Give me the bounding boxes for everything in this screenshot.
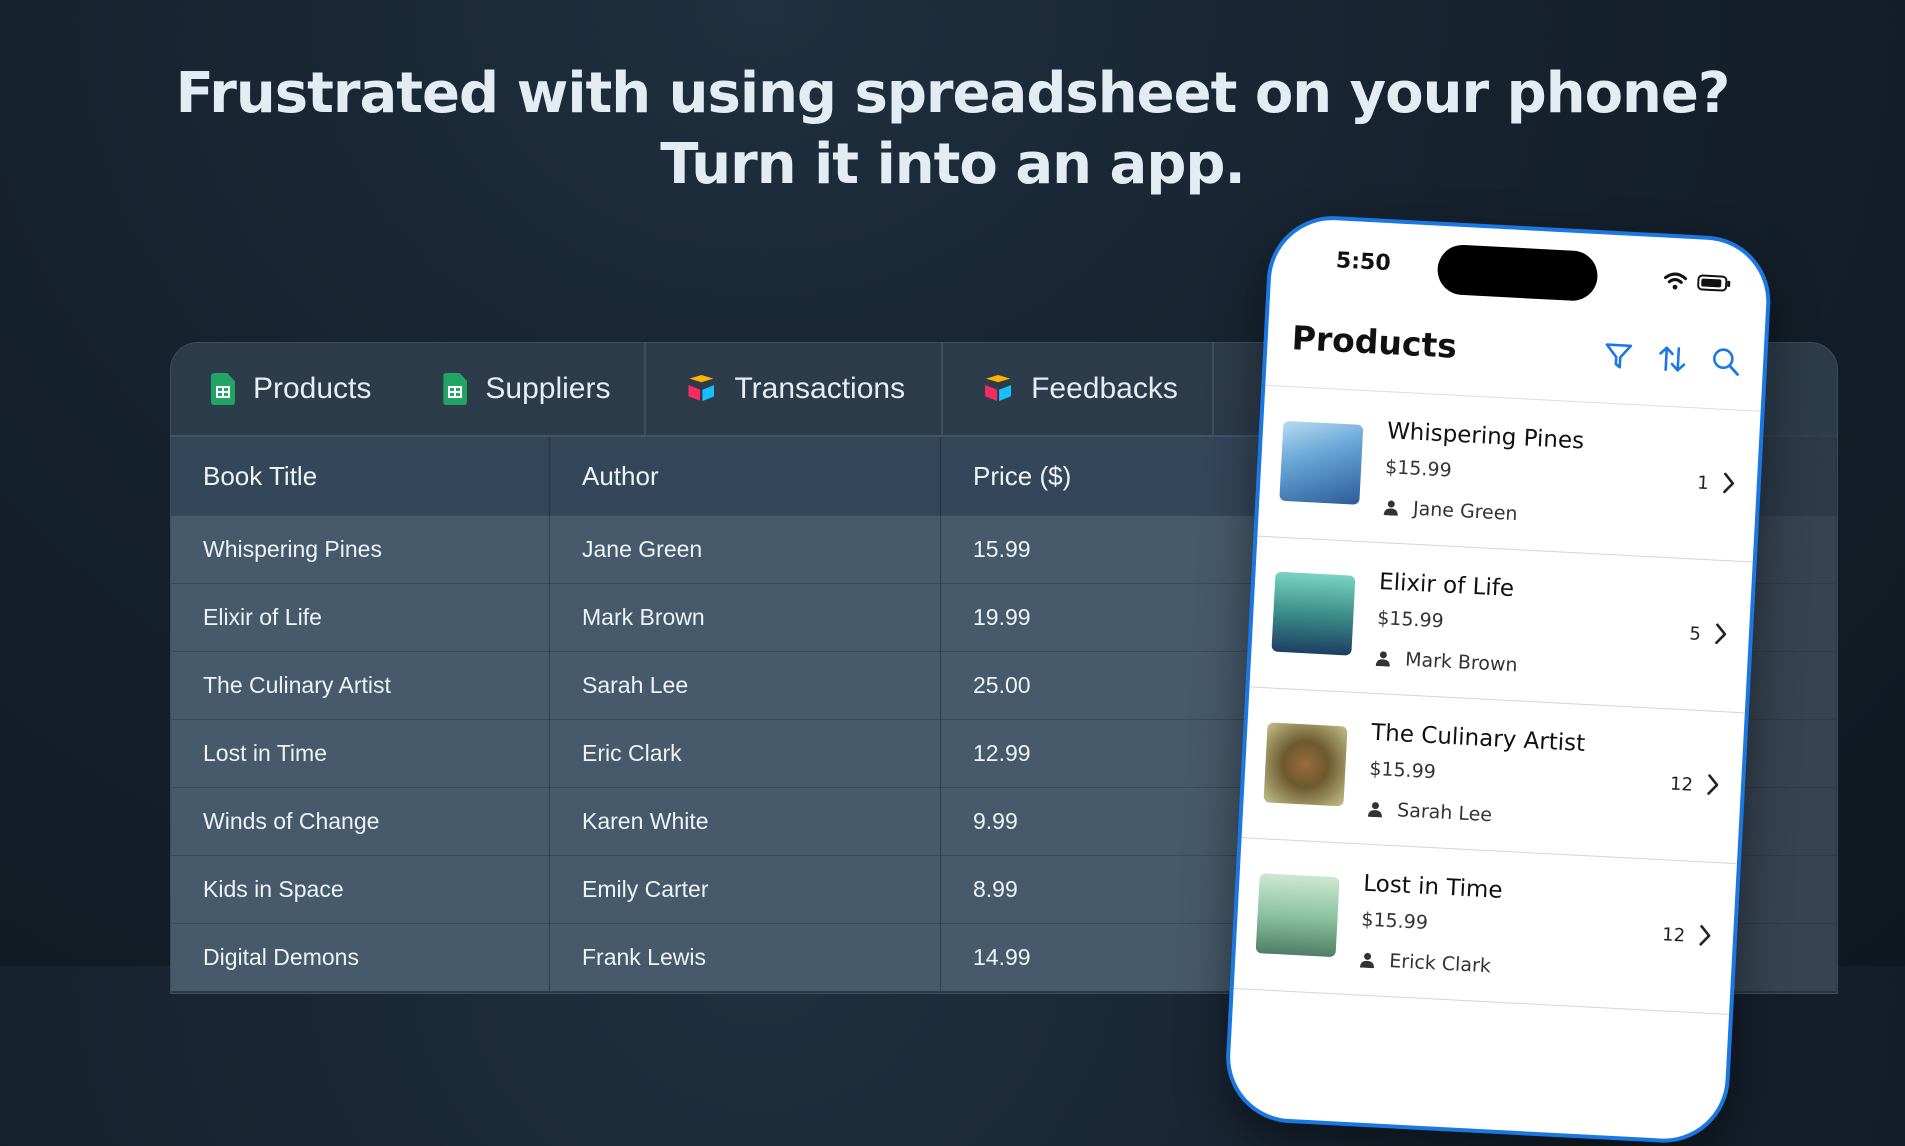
chevron-right-icon <box>1699 925 1711 946</box>
airtable-icon <box>686 375 716 403</box>
table-cell[interactable]: Frank Lewis <box>549 923 941 991</box>
table-cell[interactable]: Digital Demons <box>171 923 550 991</box>
list-item[interactable]: Lost in Time $15.99 Erick Clark 12 <box>1233 838 1737 1015</box>
tab-transactions[interactable]: Transactions <box>646 343 944 435</box>
table-cell[interactable]: The Culinary Artist <box>171 651 550 720</box>
status-icons <box>1663 271 1732 293</box>
table-cell[interactable]: Jane Green <box>549 515 941 584</box>
item-price: $15.99 <box>1360 908 1429 935</box>
item-count: 5 <box>1688 623 1702 645</box>
tab-suppliers[interactable]: Suppliers <box>417 343 647 435</box>
book-cover-image <box>1263 722 1348 807</box>
book-cover-image <box>1271 571 1356 656</box>
item-author-name: Sarah Lee <box>1396 799 1493 827</box>
person-icon <box>1367 802 1382 818</box>
status-time: 5:50 <box>1335 248 1392 277</box>
tab-label: Transactions <box>734 372 906 405</box>
headline-line-2: Turn it into an app. <box>660 132 1246 197</box>
battery-icon <box>1697 274 1731 292</box>
tab-label: Suppliers <box>485 372 611 405</box>
nav-actions <box>1603 340 1742 377</box>
table-cell[interactable]: Mark Brown <box>549 583 941 652</box>
page-title: Products <box>1290 318 1458 366</box>
tab-label: Feedbacks <box>1031 372 1178 405</box>
list-item[interactable]: The Culinary Artist $15.99 Sarah Lee 12 <box>1241 687 1745 865</box>
google-sheets-icon <box>443 373 468 405</box>
headline-line-1: Frustrated with using spreadsheet on you… <box>175 61 1731 126</box>
item-price: $15.99 <box>1376 606 1445 633</box>
google-sheets-icon <box>211 373 235 405</box>
person-icon <box>1383 500 1398 516</box>
item-name: Lost in Time <box>1362 870 1504 904</box>
list-item[interactable]: Whispering Pines $15.99 Jane Green 1 <box>1257 385 1761 563</box>
book-cover-image <box>1279 420 1364 505</box>
dynamic-island <box>1436 243 1599 302</box>
list-item[interactable]: Elixir of Life $15.99 Mark Brown 5 <box>1249 536 1753 714</box>
item-author-name: Erick Clark <box>1388 950 1492 978</box>
table-cell[interactable]: Kids in Space <box>171 855 550 924</box>
wifi-icon <box>1663 272 1687 290</box>
tab-products[interactable]: Products <box>171 343 417 435</box>
table-cell[interactable]: Eric Clark <box>549 719 941 788</box>
item-name: Whispering Pines <box>1386 418 1585 455</box>
person-icon <box>1375 651 1390 667</box>
search-icon[interactable] <box>1710 346 1742 378</box>
phone-mockup: 5:50 Products Whispering Pines $15.99 Ja… <box>1222 212 1774 1146</box>
item-author-name: Mark Brown <box>1404 648 1519 677</box>
item-count: 12 <box>1661 924 1686 947</box>
item-count: 1 <box>1696 472 1710 495</box>
chevron-right-icon <box>1715 623 1727 645</box>
item-author-name: Jane Green <box>1412 497 1519 526</box>
table-cell[interactable]: Winds of Change <box>171 787 550 856</box>
item-author: Jane Green <box>1383 496 1519 526</box>
book-cover-image <box>1255 873 1340 958</box>
table-cell[interactable]: Whispering Pines <box>171 515 550 584</box>
tab-label: Products <box>253 372 372 405</box>
filter-icon[interactable] <box>1603 340 1635 372</box>
table-cell[interactable]: Karen White <box>549 787 941 856</box>
item-price: $15.99 <box>1384 456 1453 482</box>
item-price: $15.99 <box>1368 757 1437 784</box>
tab-feedbacks[interactable]: Feedbacks <box>943 343 1214 435</box>
table-cell[interactable]: Sarah Lee <box>549 651 941 720</box>
item-name: Elixir of Life <box>1378 569 1515 603</box>
chevron-right-icon <box>1723 472 1735 494</box>
table-cell[interactable]: Elixir of Life <box>171 583 550 652</box>
chevron-right-icon <box>1707 774 1719 795</box>
column-header-author[interactable]: Author <box>549 437 941 516</box>
item-name: The Culinary Artist <box>1370 719 1586 757</box>
item-count: 12 <box>1669 773 1694 796</box>
column-header-book-title[interactable]: Book Title <box>171 437 550 516</box>
product-list: Whispering Pines $15.99 Jane Green 1 Eli… <box>1233 384 1761 1015</box>
item-author: Sarah Lee <box>1367 798 1493 827</box>
item-author: Mark Brown <box>1375 647 1518 676</box>
sort-icon[interactable] <box>1656 343 1688 375</box>
headline: Frustrated with using spreadsheet on you… <box>0 58 1905 200</box>
table-cell[interactable]: Lost in Time <box>171 719 550 788</box>
airtable-icon <box>983 375 1013 403</box>
table-cell[interactable]: Emily Carter <box>549 855 941 924</box>
item-author: Erick Clark <box>1359 949 1492 978</box>
